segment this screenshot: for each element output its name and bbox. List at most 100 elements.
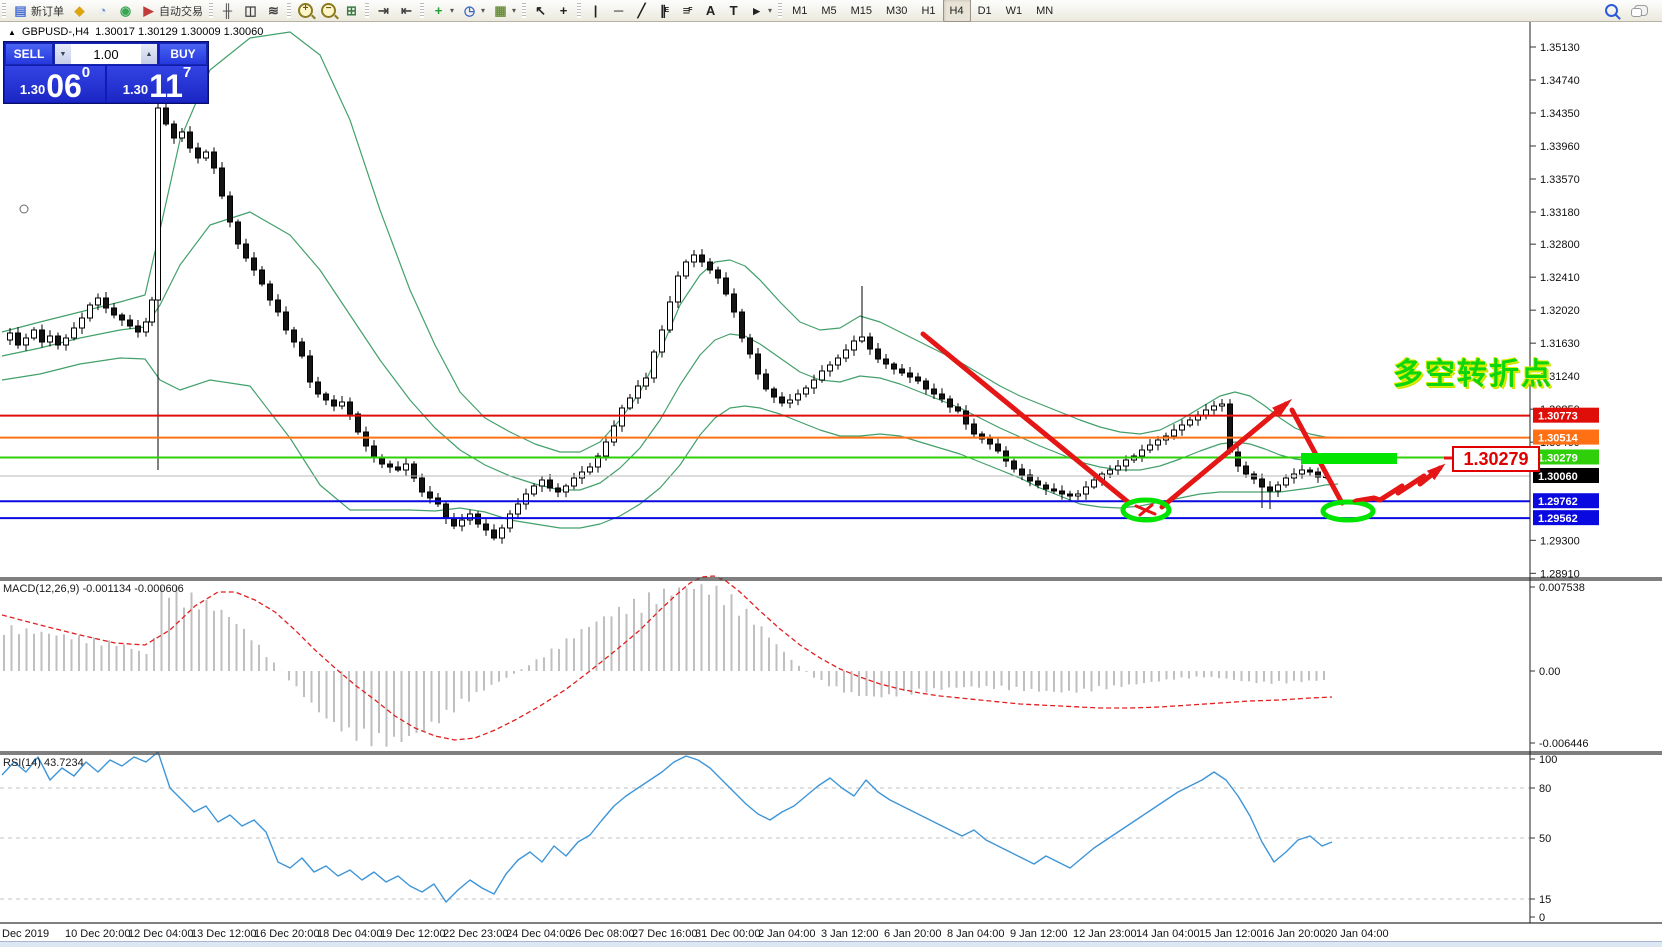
chart-canvas[interactable]: 1.351301.347401.343501.339601.335701.331… [0, 0, 1662, 947]
candle-body [788, 400, 793, 403]
tf-d1-button[interactable]: D1 [971, 0, 999, 22]
candle-body [564, 486, 569, 492]
signals-button[interactable]: ◉ [114, 0, 137, 21]
auto-scroll-button[interactable]: ⇥ [372, 0, 395, 21]
fibonacci-button[interactable]: ≡F [676, 0, 699, 21]
trendline-button[interactable]: ╱ [630, 0, 653, 21]
time-axis-label[interactable]: 9 Jan 12:00 [1010, 928, 1068, 940]
bar-chart-button[interactable]: ╫ [216, 0, 239, 21]
candle-body [364, 432, 369, 446]
time-axis-label[interactable]: 26 Dec 08:00 [569, 928, 634, 940]
price-tick-label: 1.33570 [1540, 174, 1580, 186]
candle-body [420, 478, 425, 492]
candle-body [500, 528, 505, 538]
time-axis-label[interactable]: 3 Jan 12:00 [821, 928, 879, 940]
toolbar-grip [577, 3, 581, 18]
tf-w1-button[interactable]: W1 [999, 0, 1030, 22]
time-axis-label[interactable]: 18 Dec 04:00 [317, 928, 382, 940]
turning-point-annotation[interactable]: 多空转折点 [1393, 349, 1553, 393]
candle-body [1268, 487, 1273, 491]
buy-button[interactable]: BUY [159, 43, 207, 65]
arrows-button[interactable]: ▸▾ [745, 0, 776, 21]
periods-button[interactable]: ◷▾ [458, 0, 489, 21]
line-chart-button[interactable]: ≋ [262, 0, 285, 21]
tf-h1-button[interactable]: H1 [914, 0, 942, 22]
tf-h4-button[interactable]: H4 [943, 0, 971, 22]
indicators-button[interactable]: +▾ [427, 0, 458, 21]
time-axis-label[interactable]: 12 Jan 23:00 [1073, 928, 1137, 940]
tf-m1-button[interactable]: M1 [785, 0, 814, 22]
highlight-bar[interactable] [1301, 453, 1397, 464]
time-axis-label[interactable]: 20 Jan 04:00 [1325, 928, 1389, 940]
text-button[interactable]: A [699, 0, 722, 21]
candle-body [104, 298, 109, 308]
tile-windows-icon: ⊞ [344, 3, 359, 18]
buy-price[interactable]: 1.30 11 7 [107, 66, 207, 102]
candle-body [740, 312, 745, 338]
candle-body [1148, 445, 1153, 450]
chat-button[interactable] [1630, 0, 1652, 21]
candle-body [212, 152, 217, 168]
candle-body [268, 284, 273, 300]
candle-body [1068, 494, 1073, 496]
tf-mn-button[interactable]: MN [1029, 0, 1060, 22]
time-axis-label[interactable]: 16 Dec 20:00 [254, 928, 319, 940]
candle-body [796, 394, 801, 400]
tf-m30-button[interactable]: M30 [879, 0, 914, 22]
crosshair-button[interactable]: + [552, 0, 575, 21]
candle-body [172, 124, 177, 138]
ohlc-values: 1.30017 1.30129 1.30009 1.30060 [95, 26, 263, 38]
chart-shift-button[interactable]: ⇤ [395, 0, 418, 21]
candle-body [404, 464, 409, 470]
macd-label: MACD(12,26,9) -0.001134 -0.000606 [3, 583, 184, 595]
time-axis-label[interactable]: 12 Dec 04:00 [128, 928, 193, 940]
channel-button[interactable]: ∥E [653, 0, 676, 21]
price-tag-annotation[interactable]: 1.30279 [1452, 446, 1540, 472]
collapse-marker-icon[interactable]: ▲ [8, 28, 16, 37]
time-axis-label[interactable]: Dec 2019 [2, 928, 49, 940]
candle-body [8, 333, 13, 340]
volume-decrease-button[interactable]: ▼ [55, 44, 71, 64]
time-axis-label[interactable]: 8 Jan 04:00 [947, 928, 1005, 940]
toolbar-grip [287, 3, 291, 18]
chart-shift-icon: ⇤ [399, 3, 414, 18]
candle-body [484, 524, 489, 530]
tf-m15-button[interactable]: M15 [844, 0, 879, 22]
time-axis-label[interactable]: 6 Jan 20:00 [884, 928, 942, 940]
time-axis-label[interactable]: 22 Dec 23:00 [443, 928, 508, 940]
sell-price-small: 1.30 [20, 80, 45, 100]
volume-input[interactable] [71, 44, 141, 64]
label-button[interactable]: T [722, 0, 745, 21]
time-axis-label[interactable]: 16 Jan 20:00 [1262, 928, 1326, 940]
price-tick-label: 1.29300 [1540, 535, 1580, 547]
volume-increase-button[interactable]: ▲ [141, 44, 157, 64]
time-axis-label[interactable]: 15 Jan 12:00 [1199, 928, 1263, 940]
time-axis-label[interactable]: 31 Dec 00:00 [695, 928, 760, 940]
hline-button[interactable]: ─ [607, 0, 630, 21]
cursor-button[interactable]: ↖ [529, 0, 552, 21]
tile-windows-button[interactable]: ⊞ [340, 0, 363, 21]
time-axis-label[interactable]: 10 Dec 20:00 [65, 928, 130, 940]
sell-button[interactable]: SELL [5, 43, 53, 65]
search-button[interactable] [1601, 0, 1622, 21]
candlestick-button[interactable]: ◫ [239, 0, 262, 21]
publish-button[interactable]: ◔ [91, 0, 114, 21]
sell-price[interactable]: 1.30 06 0 [5, 66, 105, 102]
time-axis-label[interactable]: 14 Jan 04:00 [1136, 928, 1200, 940]
time-axis-label[interactable]: 19 Dec 12:00 [380, 928, 445, 940]
time-axis-label[interactable]: 27 Dec 16:00 [632, 928, 697, 940]
vline-button[interactable]: | [584, 0, 607, 21]
candle-body [260, 270, 265, 284]
funnel-button[interactable]: ◆ [68, 0, 91, 21]
tf-m5-button[interactable]: M5 [814, 0, 843, 22]
zoom-in-button[interactable]: + [294, 0, 317, 21]
candle-body [236, 222, 241, 244]
autotrading-button[interactable]: ▶自动交易 [137, 0, 207, 21]
time-axis-label[interactable]: 2 Jan 04:00 [758, 928, 816, 940]
zoom-out-button[interactable]: − [317, 0, 340, 21]
candle-body [892, 364, 897, 369]
new-order-button[interactable]: ▤新订单 [9, 0, 68, 21]
time-axis-label[interactable]: 24 Dec 04:00 [506, 928, 571, 940]
time-axis-label[interactable]: 13 Dec 12:00 [191, 928, 256, 940]
templates-button[interactable]: ▦▾ [489, 0, 520, 21]
